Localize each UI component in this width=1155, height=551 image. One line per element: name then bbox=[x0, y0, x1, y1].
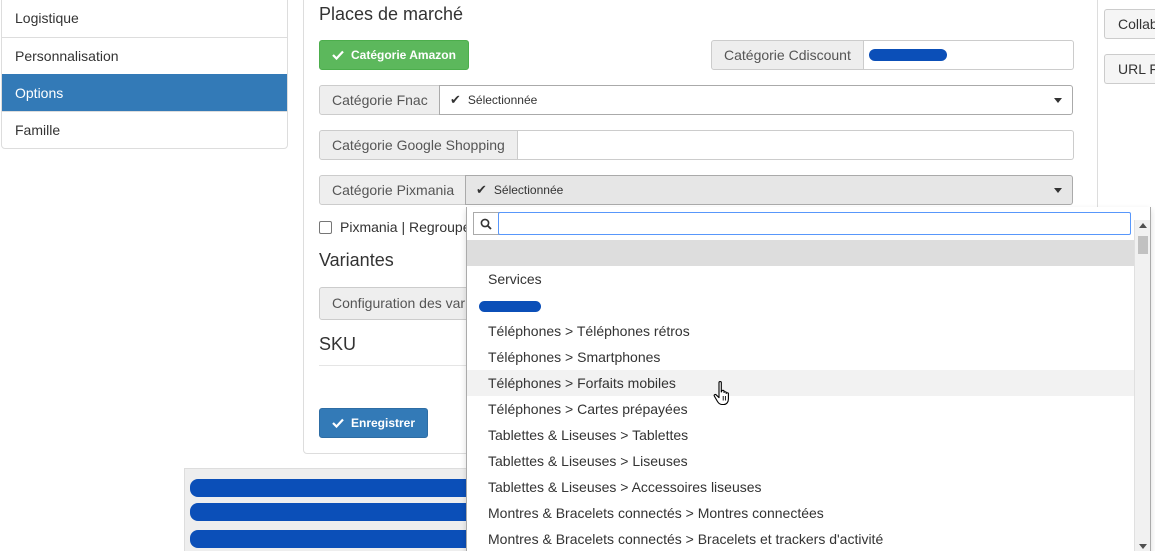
dropdown-option[interactable]: Tablettes & Liseuses > Tablettes bbox=[467, 422, 1134, 448]
sidebar-item-personnalisation[interactable]: Personnalisation bbox=[2, 37, 287, 74]
sidebar-nav: Logistique Personnalisation Options Fami… bbox=[1, 0, 288, 149]
pixmania-group-checkbox[interactable] bbox=[319, 220, 332, 234]
dropdown-option[interactable]: Téléphones > Téléphones rétros bbox=[467, 318, 1134, 344]
save-button-label: Enregistrer bbox=[351, 416, 416, 430]
check-icon: ✔ bbox=[450, 92, 461, 107]
marketplaces-title: Places de marché bbox=[319, 4, 464, 24]
amazon-category-button[interactable]: Catégorie Amazon bbox=[319, 40, 469, 70]
redacted-value bbox=[190, 503, 474, 521]
sku-title: SKU bbox=[319, 334, 357, 354]
collab-button[interactable]: Collab bbox=[1104, 9, 1155, 39]
dropdown-search bbox=[473, 212, 1131, 235]
sidebar-item-famille[interactable]: Famille bbox=[2, 111, 287, 148]
check-icon bbox=[332, 418, 344, 428]
dropdown-search-input[interactable] bbox=[498, 212, 1131, 235]
dropdown-option[interactable]: Montres & Bracelets connectés > Montres … bbox=[467, 500, 1134, 526]
fnac-category-value: Sélectionnée bbox=[467, 93, 538, 107]
search-icon bbox=[474, 213, 498, 234]
dropdown-option[interactable] bbox=[467, 292, 1134, 318]
dropdown-option[interactable]: Téléphones > Forfaits mobiles bbox=[467, 370, 1134, 396]
redacted-value bbox=[869, 49, 947, 61]
caret-down-icon bbox=[1054, 188, 1062, 193]
dropdown-option[interactable]: Montres & Bracelets connectés > Bracelet… bbox=[467, 526, 1134, 551]
save-button[interactable]: Enregistrer bbox=[319, 408, 429, 438]
scroll-up-icon[interactable] bbox=[1139, 223, 1147, 228]
redacted-value bbox=[190, 530, 474, 548]
pixmania-group-row: Pixmania | Regroupe bbox=[319, 219, 470, 235]
dropdown-options: Services Téléphones > Téléphones rétros … bbox=[467, 240, 1134, 551]
check-icon bbox=[332, 50, 344, 60]
variants-title: Variantes bbox=[319, 250, 394, 270]
sidebar-item-logistique[interactable]: Logistique bbox=[2, 0, 287, 37]
dropdown-scrollbar[interactable] bbox=[1134, 220, 1150, 551]
redacted-value bbox=[190, 479, 474, 497]
fnac-category-label: Catégorie Fnac bbox=[319, 85, 440, 115]
google-shopping-category-label: Catégorie Google Shopping bbox=[319, 130, 518, 160]
caret-down-icon bbox=[1054, 98, 1062, 103]
dropdown-option[interactable]: Tablettes & Liseuses > Accessoires liseu… bbox=[467, 474, 1134, 500]
sidebar-item-options[interactable]: Options bbox=[2, 74, 287, 111]
amazon-category-label: Catégorie Amazon bbox=[351, 48, 456, 62]
hand-pointer-icon bbox=[713, 381, 729, 406]
pixmania-category-label: Catégorie Pixmania bbox=[319, 175, 466, 205]
check-icon: ✔ bbox=[476, 182, 487, 197]
pixmania-group-label: Pixmania | Regroupe bbox=[340, 219, 471, 235]
dropdown-option[interactable]: Services bbox=[467, 266, 1134, 292]
variants-config-label[interactable]: Configuration des vari bbox=[319, 287, 479, 320]
fnac-category-select[interactable]: ✔ Sélectionnée bbox=[439, 85, 1073, 115]
url-button[interactable]: URL F bbox=[1104, 54, 1155, 84]
pixmania-category-value: Sélectionnée bbox=[493, 183, 564, 197]
redacted-value bbox=[479, 301, 541, 312]
dropdown-option[interactable] bbox=[467, 240, 1134, 266]
cdiscount-category-label: Catégorie Cdiscount bbox=[711, 40, 864, 70]
dropdown-option[interactable]: Tablettes & Liseuses > Liseuses bbox=[467, 448, 1134, 474]
scroll-thumb[interactable] bbox=[1138, 236, 1148, 254]
dropdown-option[interactable]: Téléphones > Cartes prépayées bbox=[467, 396, 1134, 422]
divider bbox=[319, 365, 479, 366]
scroll-down-icon[interactable] bbox=[1139, 544, 1147, 549]
pixmania-category-dropdown: Services Téléphones > Téléphones rétros … bbox=[466, 207, 1151, 551]
pixmania-category-select[interactable]: ✔ Sélectionnée bbox=[465, 175, 1073, 205]
dropdown-option[interactable]: Téléphones > Smartphones bbox=[467, 344, 1134, 370]
google-shopping-category-field[interactable] bbox=[518, 130, 1074, 160]
